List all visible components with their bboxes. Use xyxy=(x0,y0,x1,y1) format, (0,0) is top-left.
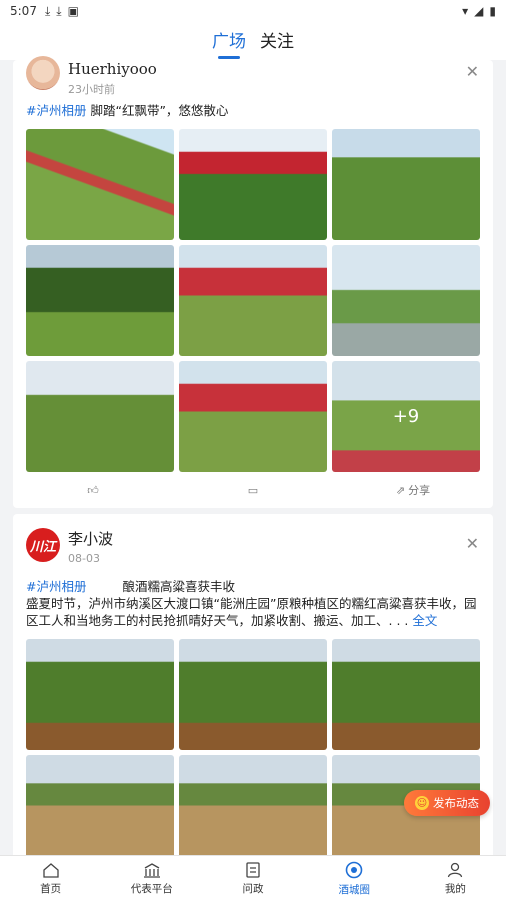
topic-tag[interactable]: #泸州相册 xyxy=(26,579,86,594)
post-title: 酿酒糯高粱喜获丰收 xyxy=(122,579,235,594)
status-bar: 5:07 ⤓ ⤓ ▣ ▾ ◢ ▮ xyxy=(0,0,506,22)
tab-following[interactable]: 关注 xyxy=(260,27,294,56)
signal-icon: ◢ xyxy=(474,4,484,18)
avatar[interactable] xyxy=(26,56,60,90)
app-notification-icon: ▣ xyxy=(67,4,79,18)
photo[interactable] xyxy=(179,755,327,866)
publish-label: 发布动态 xyxy=(433,796,479,810)
photo[interactable] xyxy=(179,245,327,356)
share-button[interactable]: ⇗ 分享 xyxy=(333,482,493,498)
download-icon: ⤓ xyxy=(44,3,51,18)
download-icon: ⤓ xyxy=(56,3,62,18)
bottom-nav: 首页 代表平台 问政 酒城圈 我的 xyxy=(0,855,506,901)
like-button[interactable]: 👍︎ xyxy=(13,484,173,497)
photo[interactable] xyxy=(26,755,174,866)
photo[interactable] xyxy=(332,129,480,240)
photo[interactable] xyxy=(179,361,327,472)
post-card[interactable]: Huerhiyooo 23小时前 ✕ #泸州相册 脚踏“红飘带”，悠悠散心 +9 … xyxy=(13,56,493,508)
photo[interactable] xyxy=(332,245,480,356)
photo[interactable] xyxy=(26,129,174,240)
avatar[interactable]: 川江 xyxy=(26,528,60,562)
nav-inquiry[interactable]: 问政 xyxy=(202,856,303,901)
document-icon xyxy=(245,861,261,878)
building-icon xyxy=(143,862,161,878)
close-icon[interactable]: ✕ xyxy=(466,62,479,81)
thumbs-up-icon: 👍︎ xyxy=(87,483,99,497)
post-time: 23小时前 xyxy=(68,83,115,96)
aperture-icon xyxy=(345,861,363,879)
author-name[interactable]: Huerhiyooo xyxy=(68,60,157,78)
battery-icon: ▮ xyxy=(489,4,496,18)
post-text: 盛夏时节，泸州市纳溪区大渡口镇“能洲庄园”原粮种植区的糯红高粱喜获丰收，园区工人… xyxy=(26,596,477,628)
wifi-icon: ▾ xyxy=(462,4,469,18)
post-actions: 👍︎ ▭ ⇗ 分享 xyxy=(13,478,493,502)
top-tabs: 广场 关注 xyxy=(0,22,506,60)
smile-icon: ☺ xyxy=(415,796,429,810)
full-text-link[interactable]: 全文 xyxy=(412,613,437,628)
author-name[interactable]: 李小波 xyxy=(68,528,113,549)
photo[interactable] xyxy=(179,129,327,240)
photo-grid: +9 xyxy=(26,129,480,472)
publish-button[interactable]: ☺ 发布动态 xyxy=(404,790,490,816)
photo[interactable] xyxy=(26,245,174,356)
feed[interactable]: Huerhiyooo 23小时前 ✕ #泸州相册 脚踏“红飘带”，悠悠散心 +9 … xyxy=(13,56,493,884)
more-photos-count: +9 xyxy=(392,406,420,427)
nav-circle[interactable]: 酒城圈 xyxy=(304,856,405,901)
post-body: #泸州相册 脚踏“红飘带”，悠悠散心 xyxy=(26,102,480,119)
nav-home[interactable]: 首页 xyxy=(0,856,101,901)
nav-representatives[interactable]: 代表平台 xyxy=(101,856,202,901)
topic-tag[interactable]: #泸州相册 xyxy=(26,103,86,118)
photo-grid xyxy=(26,639,480,866)
share-icon: ⇗ xyxy=(395,483,406,497)
post-author: Huerhiyooo 23小时前 ✕ xyxy=(26,56,480,100)
photo[interactable]: +9 xyxy=(332,361,480,472)
user-icon xyxy=(447,862,463,878)
comment-icon: ▭ xyxy=(247,483,259,497)
share-label: 分享 xyxy=(408,484,431,497)
close-icon[interactable]: ✕ xyxy=(466,534,479,553)
status-time: 5:07 xyxy=(10,4,37,18)
post-card[interactable]: 川江 李小波 08-03 ✕ #泸州相册 酿酒糯高粱喜获丰收 盛夏时节，泸州市纳溪… xyxy=(13,514,493,884)
post-body: #泸州相册 酿酒糯高粱喜获丰收 盛夏时节，泸州市纳溪区大渡口镇“能洲庄园”原粮种植… xyxy=(26,578,480,629)
photo[interactable] xyxy=(26,639,174,750)
comment-button[interactable]: ▭ xyxy=(173,484,333,497)
photo[interactable] xyxy=(179,639,327,750)
post-author: 川江 李小波 08-03 ✕ xyxy=(26,514,480,578)
post-text: 脚踏“红飘带”，悠悠散心 xyxy=(90,103,229,118)
tab-square[interactable]: 广场 xyxy=(212,27,246,56)
nav-mine[interactable]: 我的 xyxy=(405,856,506,901)
photo[interactable] xyxy=(26,361,174,472)
home-icon xyxy=(42,862,60,878)
post-time: 08-03 xyxy=(68,552,100,565)
photo[interactable] xyxy=(332,639,480,750)
